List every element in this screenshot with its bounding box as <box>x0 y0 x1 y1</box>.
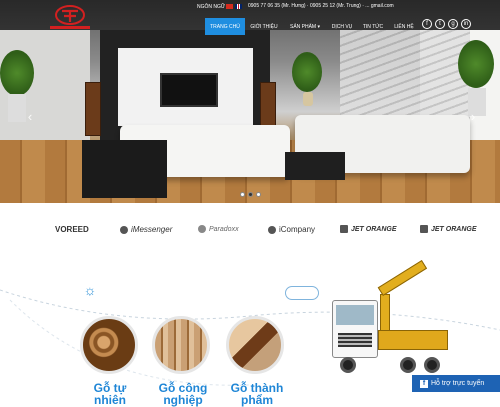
brand-voreed[interactable]: VOREED <box>55 225 89 234</box>
company-logo[interactable] <box>42 4 98 32</box>
online-support-button[interactable]: f Hỗ trợ trực tuyến <box>412 375 500 392</box>
brand-imessenger[interactable]: iMessenger <box>120 225 172 234</box>
brand-paradoxx[interactable]: Paradoxx <box>198 225 239 233</box>
vase <box>303 92 313 106</box>
product-image-finished-wood[interactable] <box>226 316 284 374</box>
flag-uk-icon[interactable] <box>235 4 242 9</box>
twitter-icon[interactable]: t <box>435 19 445 29</box>
brand-label: VOREED <box>55 225 89 234</box>
truck-wheel <box>400 357 416 373</box>
truck-grill <box>338 333 372 347</box>
product-image-industrial-wood[interactable] <box>152 316 210 374</box>
brand-jet-orange-1[interactable]: JET ORANGE <box>340 225 397 233</box>
brand-label: iMessenger <box>131 225 173 234</box>
online-support-label: Hỗ trợ trực tuyến <box>431 380 485 387</box>
slider-prev-icon[interactable]: ‹ <box>22 109 38 125</box>
brand-jet-orange-2[interactable]: JET ORANGE <box>420 225 477 233</box>
hero-slider: NGÔN NGỮ 0905 77 06 35 (Mr. Hưng) · 0905… <box>0 0 500 203</box>
plant-left <box>0 50 34 96</box>
truck-windshield <box>336 305 374 325</box>
plant-middle <box>292 52 322 92</box>
brand-label: iCompany <box>279 225 316 234</box>
contact-info: 0905 77 06 35 (Mr. Hưng) · 0905 25 12 (M… <box>248 3 394 9</box>
side-table <box>285 152 345 180</box>
product-title-natural-wood[interactable]: Gỗ tự nhiên <box>80 382 140 406</box>
nav-products[interactable]: SẢN PHẨM ▾ <box>284 18 326 35</box>
facebook-icon: f <box>420 379 428 388</box>
sun-icon: ☼ <box>83 282 97 298</box>
language-label: NGÔN NGỮ <box>197 4 226 10</box>
brand-logo-icon <box>120 225 128 234</box>
nav-contact[interactable]: LIÊN HỆ <box>390 18 418 35</box>
brand-label: JET ORANGE <box>431 225 477 233</box>
nav-news[interactable]: TIN TỨC <box>358 18 388 35</box>
nav-home[interactable]: TRANG CHỦ <box>205 18 245 35</box>
cloud-icon <box>285 286 319 300</box>
slider-dot-active[interactable] <box>248 192 253 197</box>
brand-logo-icon <box>268 225 276 234</box>
truck-wheel <box>340 357 356 373</box>
television <box>160 73 218 107</box>
slider-dots <box>240 192 261 197</box>
facebook-icon[interactable]: f <box>422 19 432 29</box>
google-plus-icon[interactable]: g <box>448 19 458 29</box>
truck-bed <box>378 330 448 350</box>
slider-dot[interactable] <box>240 192 245 197</box>
plant-right <box>458 40 494 88</box>
coffee-table <box>82 140 167 198</box>
slider-next-icon[interactable]: › <box>465 109 481 125</box>
brand-label: Paradoxx <box>209 225 239 233</box>
product-title-finished-wood[interactable]: Gỗ thành phẩm <box>222 382 292 406</box>
nav-about[interactable]: GIỚI THIỆU <box>248 18 280 35</box>
nav-services[interactable]: DỊCH VỤ <box>326 18 358 35</box>
brand-logo-icon <box>420 225 428 233</box>
brand-label: JET ORANGE <box>351 225 397 233</box>
brand-icompany[interactable]: iCompany <box>268 225 315 234</box>
flag-vietnam-icon[interactable] <box>226 4 233 9</box>
crane-post <box>380 294 390 332</box>
product-image-natural-wood[interactable] <box>80 316 138 374</box>
slider-dot[interactable] <box>256 192 261 197</box>
speaker-left <box>85 82 101 136</box>
brand-logo-icon <box>198 225 206 233</box>
brand-logo-icon <box>340 225 348 233</box>
linkedin-icon[interactable]: in <box>461 19 471 29</box>
product-title-industrial-wood[interactable]: Gỗ công nghiệp <box>148 382 218 406</box>
truck-wheel <box>424 357 440 373</box>
